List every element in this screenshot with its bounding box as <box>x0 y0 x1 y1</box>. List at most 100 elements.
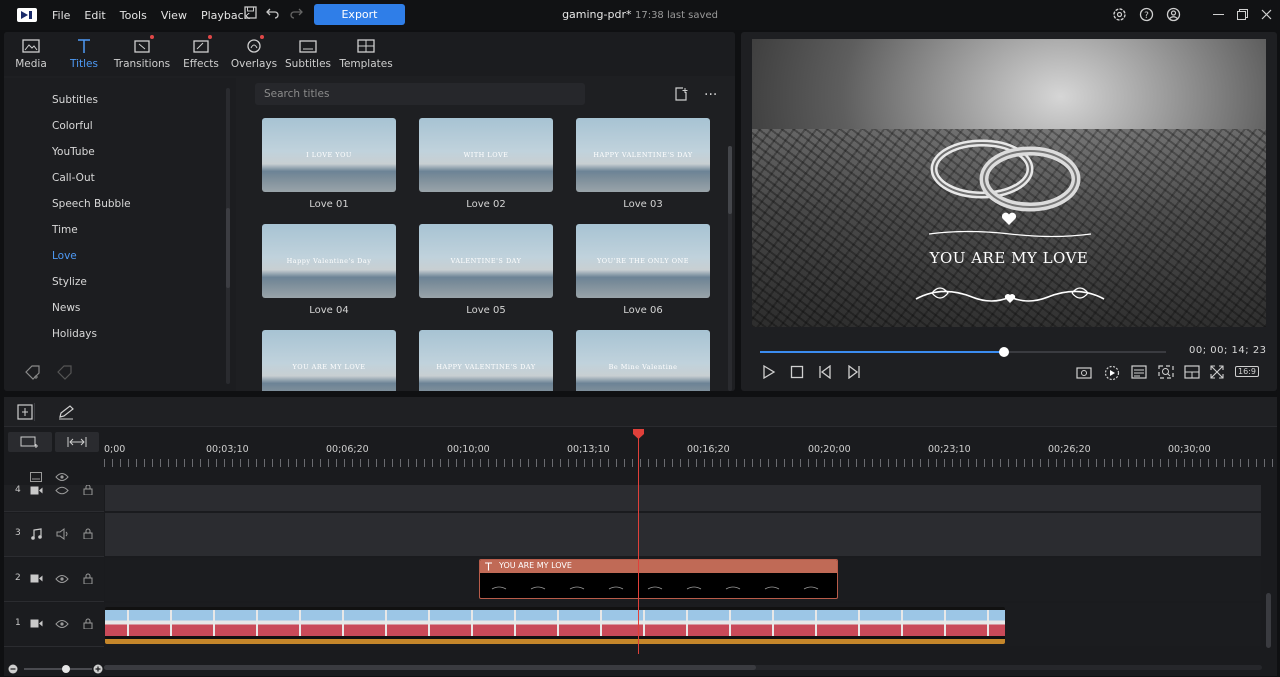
search-titles-input[interactable]: Search titles <box>255 83 585 105</box>
timeline-toolbar <box>4 397 1277 427</box>
track-lane-4[interactable] <box>105 485 1261 512</box>
close-icon[interactable] <box>1261 9 1272 23</box>
category-love[interactable]: Love <box>52 250 77 262</box>
tab-media[interactable]: Media <box>12 32 50 76</box>
tab-subtitles[interactable]: Subtitles <box>285 32 331 76</box>
subtitle-toggle-icon[interactable] <box>1131 365 1147 382</box>
remove-tag-icon[interactable] <box>56 364 74 383</box>
category-subtitles[interactable]: Subtitles <box>52 94 98 106</box>
lock-icon[interactable] <box>83 573 93 584</box>
menu-file[interactable]: File <box>52 9 70 22</box>
zoom-in-icon[interactable] <box>93 664 103 677</box>
title-clip[interactable]: YOU ARE MY LOVE <box>479 559 838 599</box>
scrollbar-thumb[interactable] <box>728 146 732 214</box>
edit-pen-icon[interactable] <box>57 404 75 423</box>
category-speech-bubble[interactable]: Speech Bubble <box>52 198 131 210</box>
play-button[interactable] <box>762 364 776 382</box>
timeline-vertical-scrollbar[interactable] <box>1266 593 1271 648</box>
grid-scrollbar[interactable] <box>728 146 732 391</box>
category-holidays[interactable]: Holidays <box>52 328 97 340</box>
category-news[interactable]: News <box>52 302 80 314</box>
category-stylize[interactable]: Stylize <box>52 276 87 288</box>
title-thumbnail[interactable]: WITH LOVE <box>419 118 553 192</box>
account-icon[interactable] <box>1166 7 1181 25</box>
title-t-icon <box>485 562 492 571</box>
heart-icon <box>1001 212 1017 225</box>
undo-icon[interactable] <box>266 5 280 23</box>
category-time[interactable]: Time <box>52 224 78 236</box>
menu-playback[interactable]: Playback <box>201 9 250 22</box>
lock-icon[interactable] <box>83 528 93 539</box>
menu-edit[interactable]: Edit <box>84 9 105 22</box>
menu-view[interactable]: View <box>161 9 187 22</box>
render-preview-icon[interactable] <box>1104 365 1120 384</box>
track-header-3: 3 <box>4 513 104 557</box>
title-thumbnail[interactable]: I LOVE YOU <box>262 118 396 192</box>
zoom-slider-knob[interactable] <box>62 665 70 673</box>
tab-effects[interactable]: Effects <box>183 32 219 76</box>
aspect-ratio-button[interactable]: 16:9 <box>1235 366 1259 377</box>
category-call-out[interactable]: Call-Out <box>52 172 95 184</box>
title-thumbnail[interactable]: HAPPY VALENTINE'S DAY <box>419 330 553 391</box>
menu-tools[interactable]: Tools <box>120 9 147 22</box>
snapshot-camera-icon[interactable] <box>1076 365 1092 382</box>
eye-icon[interactable] <box>55 619 69 629</box>
save-icon[interactable] <box>244 6 257 23</box>
tab-templates[interactable]: Templates <box>339 32 393 76</box>
zoom-preview-icon[interactable] <box>1158 365 1174 382</box>
titles-icon <box>78 39 90 53</box>
ruler-label: 00;23;10 <box>928 444 971 455</box>
more-options-icon[interactable]: ··· <box>704 87 717 103</box>
add-tag-icon[interactable] <box>24 364 42 383</box>
speaker-icon[interactable] <box>56 528 69 540</box>
add-track-button[interactable] <box>8 432 52 452</box>
title-thumbnail[interactable]: VALENTINE'S DAY <box>419 224 553 298</box>
minimize-icon[interactable] <box>1213 14 1224 15</box>
video-camera-icon <box>30 619 43 628</box>
tab-label: Effects <box>183 58 219 70</box>
scrollbar-thumb[interactable] <box>104 665 756 670</box>
title-thumbnail[interactable]: YOU'RE THE ONLY ONE <box>576 224 710 298</box>
title-thumbnail[interactable]: YOU ARE MY LOVE <box>262 330 396 391</box>
tab-transitions[interactable]: Transitions <box>114 32 170 76</box>
import-icon[interactable] <box>674 87 689 105</box>
redo-icon[interactable] <box>289 5 303 23</box>
lock-icon[interactable] <box>83 485 93 495</box>
timeline-horizontal-scrollbar[interactable] <box>104 665 1262 670</box>
eye-header-icon[interactable] <box>55 472 69 485</box>
zoom-slider[interactable] <box>24 665 92 673</box>
tab-titles[interactable]: Titles <box>68 32 100 76</box>
tab-overlays[interactable]: Overlays <box>231 32 277 76</box>
fullscreen-icon[interactable] <box>1210 365 1224 382</box>
track-visibility-header-icon[interactable] <box>30 472 42 485</box>
title-thumbnail[interactable]: Happy Valentine's Day <box>262 224 396 298</box>
scrubber-knob[interactable] <box>998 347 1009 357</box>
fit-timeline-button[interactable] <box>55 432 99 452</box>
title-thumbnail[interactable]: HAPPY VALENTINE'S DAY <box>576 118 710 192</box>
playback-scrubber[interactable] <box>760 347 1166 357</box>
tab-label: Titles <box>70 58 98 70</box>
help-icon[interactable]: ? <box>1139 7 1154 25</box>
arrange-tool-icon[interactable] <box>17 404 33 423</box>
category-colorful[interactable]: Colorful <box>52 120 93 132</box>
category-youtube[interactable]: YouTube <box>52 146 95 158</box>
export-button[interactable]: Export <box>314 4 405 25</box>
next-frame-button[interactable] <box>845 364 861 382</box>
eye-icon[interactable] <box>55 574 69 584</box>
video-preview[interactable]: YOU ARE MY LOVE <box>752 39 1266 327</box>
category-scrollbar[interactable] <box>226 88 230 384</box>
timeline-ruler[interactable]: 0;00 00;03;10 00;06;20 00;10;00 00;13;10… <box>104 427 1277 469</box>
zoom-out-icon[interactable] <box>8 664 18 677</box>
lock-icon[interactable] <box>83 618 93 629</box>
restore-icon[interactable] <box>1237 9 1248 23</box>
scrollbar-thumb[interactable] <box>226 208 230 288</box>
track-lane-3[interactable] <box>105 513 1261 557</box>
title-thumbnail[interactable]: Be Mine Valentine <box>576 330 710 391</box>
previous-frame-button[interactable] <box>818 364 834 382</box>
stop-button[interactable] <box>790 365 804 382</box>
safe-zone-icon[interactable] <box>1184 365 1200 382</box>
eye-icon[interactable] <box>55 486 69 495</box>
svg-text:?: ? <box>1144 11 1149 21</box>
settings-gear-icon[interactable] <box>1112 7 1127 25</box>
video-clip[interactable] <box>105 607 1005 644</box>
